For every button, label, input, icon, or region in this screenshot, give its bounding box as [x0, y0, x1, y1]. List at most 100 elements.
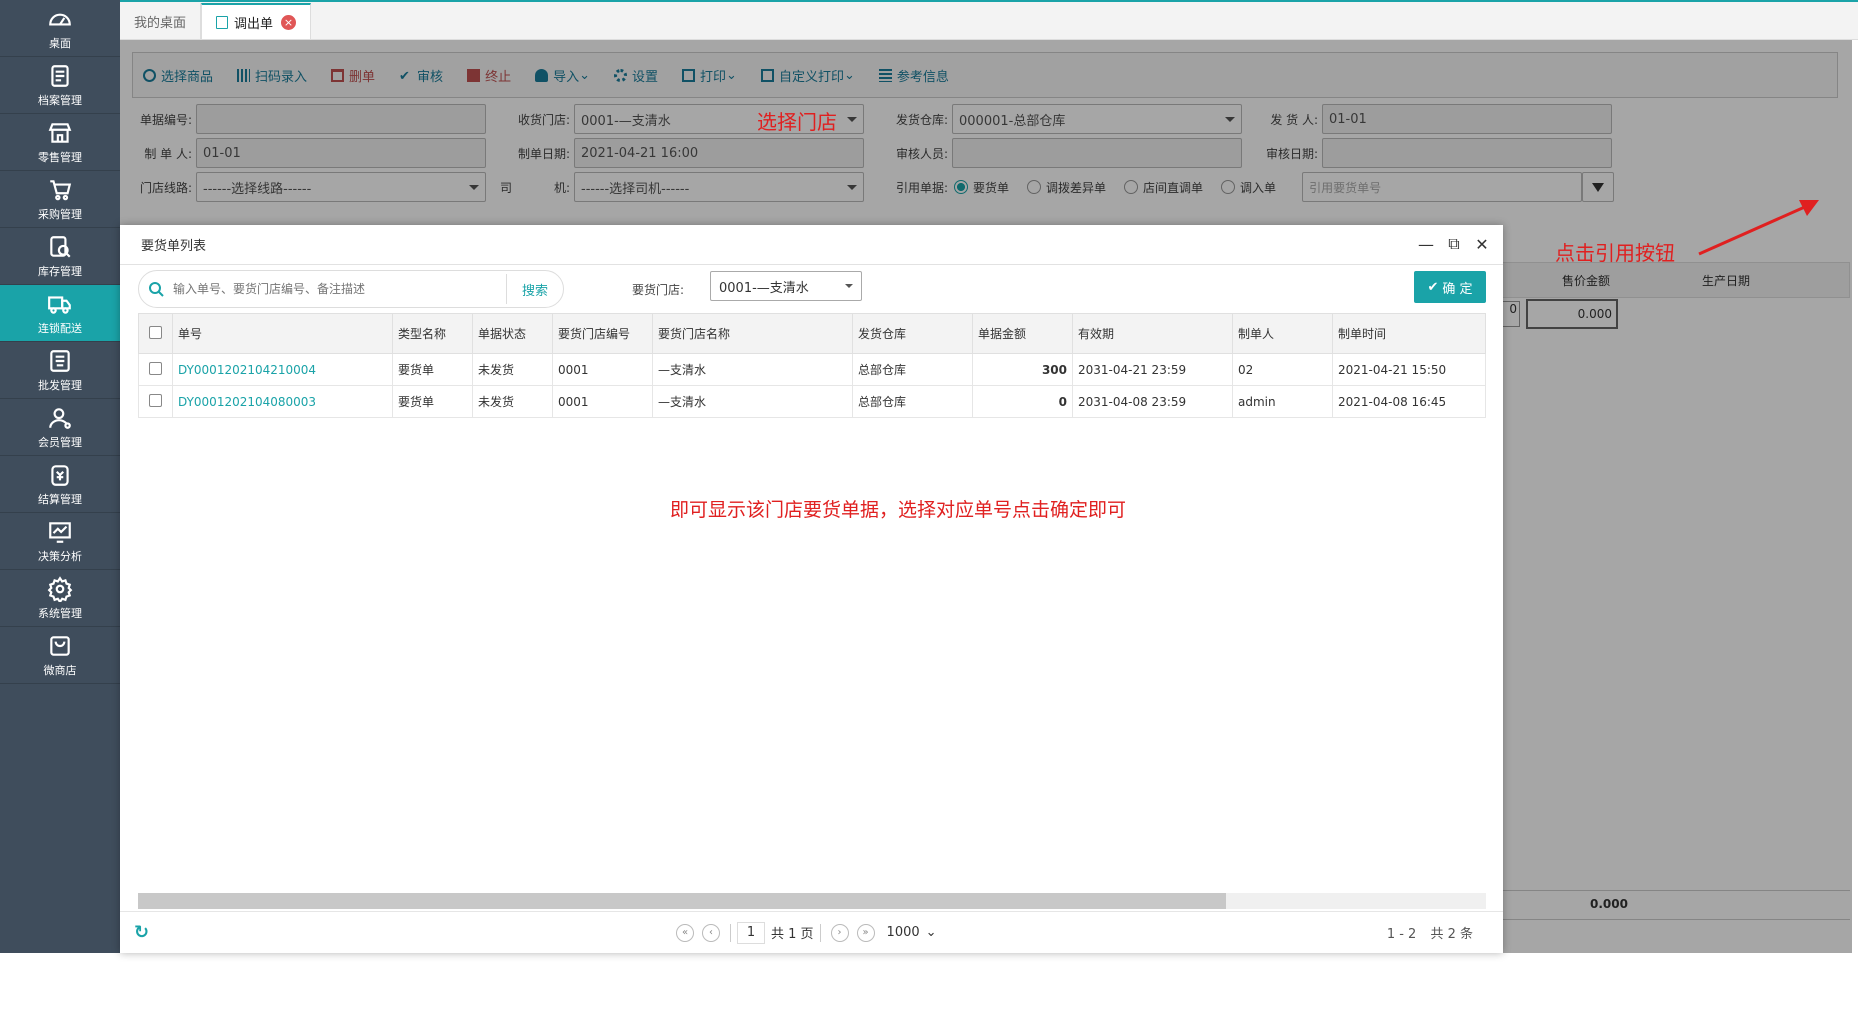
tab-transfer-out[interactable]: 调出单 ×	[201, 3, 312, 39]
wholesale-icon	[50, 349, 70, 372]
row-checkbox[interactable]	[149, 393, 162, 407]
doc-no-link[interactable]: DY0001202104080003	[172, 385, 393, 418]
cell-status: 未发货	[472, 353, 553, 386]
annotation-arrow	[1698, 200, 1819, 256]
cell-maker: admin	[1232, 385, 1333, 418]
sidebar-item-archive[interactable]: 档案管理	[0, 57, 120, 114]
select-all-checkbox[interactable]	[149, 325, 162, 339]
sidebar-item-retail[interactable]: 零售管理	[0, 114, 120, 171]
chevron-down-icon: ⌄	[925, 925, 937, 940]
cell-store-no: 0001	[552, 353, 653, 386]
request-list-modal: 要货单列表 — ⧉ ✕ 搜索 要货门店: 0001-—支清水 ✔确 定 单号 类…	[120, 225, 1503, 953]
scrollbar-thumb[interactable]	[138, 893, 1226, 909]
sidebar: 桌面 档案管理 零售管理 采购管理 库存管理 连锁配送 批发管理 会员管理 结算…	[0, 0, 120, 953]
cart-icon	[50, 179, 72, 200]
cell-amount: 300	[972, 353, 1073, 386]
sidebar-item-label: 系统管理	[38, 606, 82, 620]
close-icon[interactable]: ×	[281, 14, 297, 30]
app: 桌面 档案管理 零售管理 采购管理 库存管理 连锁配送 批发管理 会员管理 结算…	[0, 0, 1858, 953]
sidebar-item-desktop[interactable]: 桌面	[0, 0, 120, 57]
col-header[interactable]: 类型名称	[392, 313, 473, 354]
button-label: 确 定	[1442, 281, 1473, 297]
sidebar-item-chain-delivery[interactable]: 连锁配送	[0, 285, 120, 342]
search-button[interactable]: 搜索	[507, 280, 563, 299]
horizontal-scrollbar[interactable]	[138, 893, 1486, 909]
sidebar-item-label: 决策分析	[38, 549, 82, 563]
sidebar-item-label: 微商店	[43, 663, 77, 677]
request-table: 单号 类型名称 单据状态 要货门店编号 要货门店名称 发货仓库 单据金额 有效期…	[138, 313, 1486, 418]
minimize-icon[interactable]: —	[1417, 235, 1435, 254]
check-icon: ✔	[1427, 279, 1439, 295]
sidebar-item-settlement[interactable]: 结算管理	[0, 456, 120, 513]
sidebar-item-member[interactable]: 会员管理	[0, 399, 120, 456]
cell-valid: 2031-04-21 23:59	[1072, 353, 1233, 386]
sidebar-item-purchase[interactable]: 采购管理	[0, 171, 120, 228]
sidebar-item-wholesale[interactable]: 批发管理	[0, 342, 120, 399]
cell-status: 未发货	[472, 385, 553, 418]
pager-range: 1 - 2	[1386, 927, 1417, 942]
chart-icon	[49, 521, 71, 543]
table-row[interactable]: DY0001202104210004 要货单 未发货 0001 —支清水 总部仓…	[138, 353, 1486, 386]
cell-warehouse: 总部仓库	[852, 353, 973, 386]
row-checkbox[interactable]	[149, 361, 162, 375]
cell-store-name: —支清水	[652, 353, 853, 386]
search-input[interactable]	[173, 274, 507, 304]
pager-controls: « ‹ 1 共 1 页 › » 1000 ⌄	[672, 921, 937, 944]
sidebar-item-label: 桌面	[49, 36, 71, 50]
col-header[interactable]: 发货仓库	[852, 313, 973, 354]
col-header[interactable]: 单号	[172, 313, 393, 354]
sidebar-item-analysis[interactable]: 决策分析	[0, 513, 120, 570]
sidebar-item-label: 档案管理	[38, 93, 82, 107]
total-pages: 共 1 页	[771, 927, 814, 942]
maximize-icon[interactable]: ⧉	[1445, 234, 1463, 253]
store-icon	[48, 122, 72, 143]
col-header[interactable]: 制单人	[1232, 313, 1333, 354]
annotation-click-ref: 点击引用按钮	[1555, 241, 1675, 265]
confirm-button[interactable]: ✔ 确 定	[1414, 271, 1486, 303]
search-box: 搜索	[138, 270, 564, 308]
close-icon[interactable]: ✕	[1473, 235, 1491, 254]
request-store-label: 要货门店:	[632, 283, 685, 297]
sidebar-item-system[interactable]: 系统管理	[0, 570, 120, 627]
cell-store-no: 0001	[552, 385, 653, 418]
col-header[interactable]: 单据金额	[972, 313, 1073, 354]
row-select-cell	[138, 353, 173, 386]
pager-divider	[819, 923, 821, 942]
pager-summary: 1 - 2 共 2 条	[1387, 923, 1473, 942]
refresh-icon[interactable]: ↻	[134, 922, 149, 943]
pager-divider	[730, 923, 731, 942]
sidebar-item-label: 会员管理	[38, 435, 82, 449]
gear-icon	[47, 575, 73, 602]
tab-desktop[interactable]: 我的桌面	[120, 3, 202, 39]
settlement-icon	[51, 464, 69, 486]
col-header[interactable]: 要货门店名称	[652, 313, 853, 354]
cell-type: 要货单	[392, 353, 473, 386]
col-header[interactable]: 制单时间	[1332, 313, 1486, 354]
next-page-icon[interactable]: ›	[830, 923, 849, 942]
pagination-bar: ↻ « ‹ 1 共 1 页 › » 1000 ⌄ 1 - 2 共 2 条	[120, 911, 1503, 953]
sidebar-item-inventory[interactable]: 库存管理	[0, 228, 120, 285]
annotation-hint: 即可显示该门店要货单据，选择对应单号点击确定即可	[670, 499, 1127, 521]
cell-time: 2021-04-08 16:45	[1332, 385, 1486, 418]
col-header[interactable]: 有效期	[1072, 313, 1233, 354]
request-store-select[interactable]: 0001-—支清水	[710, 271, 862, 301]
page-size-value: 1000	[886, 925, 920, 940]
first-page-icon[interactable]: «	[676, 923, 694, 942]
table-row[interactable]: DY0001202104080003 要货单 未发货 0001 —支清水 总部仓…	[138, 385, 1486, 418]
prev-page-icon[interactable]: ‹	[702, 923, 720, 942]
sidebar-item-microshop[interactable]: 微商店	[0, 627, 120, 684]
archive-icon	[51, 64, 69, 87]
member-icon	[49, 407, 71, 429]
last-page-icon[interactable]: »	[856, 923, 875, 942]
doc-no-link[interactable]: DY0001202104210004	[172, 353, 393, 386]
col-header[interactable]: 要货门店编号	[552, 313, 653, 354]
cell-store-name: —支清水	[652, 385, 853, 418]
page-number-input[interactable]: 1	[737, 921, 765, 944]
col-header[interactable]: 单据状态	[472, 313, 553, 354]
sidebar-item-label: 库存管理	[38, 264, 82, 278]
modal-controls: — ⧉ ✕	[1417, 234, 1491, 254]
tab-label: 调出单	[234, 16, 274, 32]
sidebar-item-label: 零售管理	[38, 150, 82, 164]
page-size-select[interactable]: 1000 ⌄	[887, 925, 937, 940]
annotation-select-store: 选择门店	[757, 110, 837, 134]
